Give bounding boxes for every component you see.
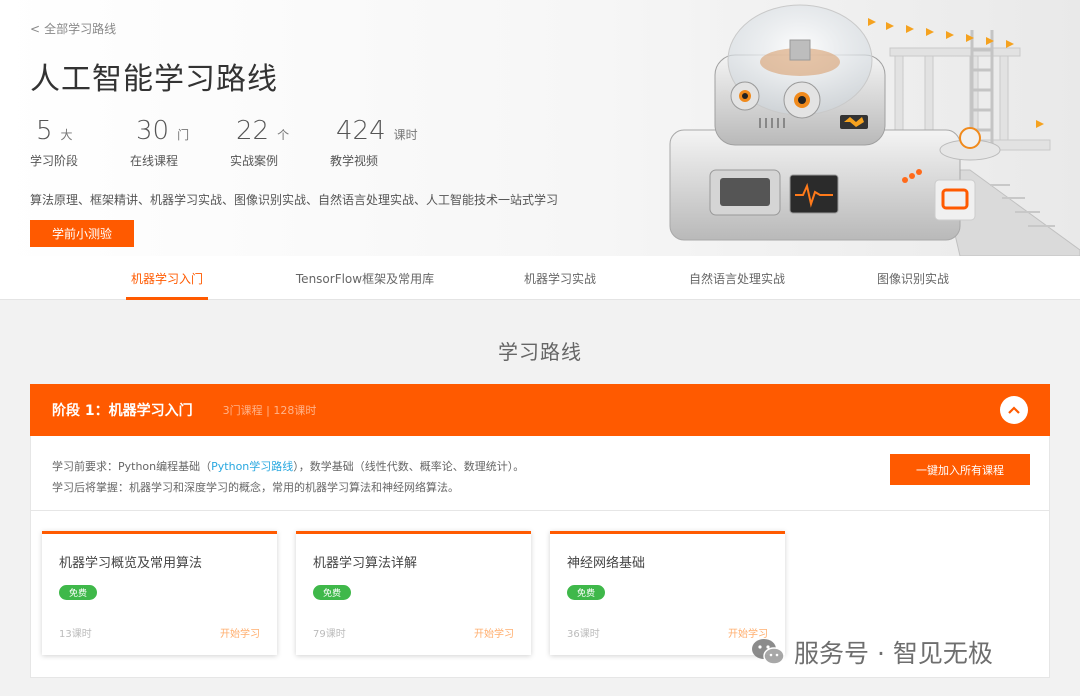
stats-row: 5大 学习阶段 30 门 在线课程 22 个 实战案例 424 课时 教学视频 [30,116,440,169]
course-title: 机器学习概览及常用算法 [59,556,203,571]
stage-requirements: 学习前要求：Python编程基础（Python学习路线），数学基础（线性代数、概… [52,456,524,498]
stat-unit: 课时 [393,128,418,142]
stat-label: 实战案例 [230,154,279,168]
course-card[interactable]: 机器学习算法详解 免费 79课时 开始学习 [296,531,531,655]
stat-unit: 门 [177,128,190,142]
python-route-link[interactable]: Python学习路线 [211,460,293,473]
stat-label: 教学视频 [330,154,379,168]
course-card[interactable]: 机器学习概览及常用算法 免费 13课时 开始学习 [42,531,277,655]
stat-unit: 个 [277,128,290,142]
chevron-left-icon: < [30,22,41,36]
stat-label: 在线课程 [130,154,179,168]
prerequisites-line: 学习前要求：Python编程基础（Python学习路线），数学基础（线性代数、概… [52,456,524,477]
stat-videos: 424 课时 教学视频 [330,116,440,169]
stat-unit: 大 [60,128,73,142]
tab-cv-practice[interactable]: 图像识别实战 [866,256,960,300]
stat-cases: 22 个 实战案例 [230,116,330,169]
watermark-text: 服务号 · 智见无极 [794,639,993,668]
prereq-suffix: ），数学基础（线性代数、概率论、数理统计）。 [293,460,525,473]
pre-quiz-button[interactable]: 学前小测验 [30,220,134,247]
wechat-icon [752,639,785,665]
divider [31,510,1049,511]
stage-header[interactable]: 阶段 1：机器学习入门 3门课程 | 128课时 [30,384,1050,436]
start-learning-link[interactable]: 开始学习 [220,625,260,640]
watermark: 服务号 · 智见无极 [750,634,993,670]
route-tabs: 机器学习入门 TensorFlow框架及常用库 机器学习实战 自然语言处理实战 … [0,256,1080,300]
stat-label: 学习阶段 [30,154,79,168]
free-badge: 免费 [59,585,97,600]
stage-meta: 3门课程 | 128课时 [222,404,317,417]
chevron-up-icon [1008,406,1020,414]
robot-illustration [669,4,1080,256]
stat-courses: 30 门 在线课程 [130,116,230,169]
page-title: 人工智能学习路线 [30,62,278,97]
stage-name: 阶段 1：机器学习入门 [52,403,193,419]
hero-banner: < 全部学习路线 人工智能学习路线 5大 学习阶段 30 门 在线课程 22 个 实战… [0,0,1080,256]
course-title: 机器学习算法详解 [313,556,418,571]
stat-number: 22 [236,116,270,146]
stat-number: 5 [36,116,53,146]
back-link[interactable]: < 全部学习路线 [30,20,116,37]
tab-ml-practice[interactable]: 机器学习实战 [510,256,610,300]
start-learning-link[interactable]: 开始学习 [474,625,514,640]
collapse-button[interactable] [1000,396,1028,424]
tab-tensorflow[interactable]: TensorFlow框架及常用库 [280,256,450,300]
stat-stages: 5大 学习阶段 [30,116,130,169]
tab-nlp-practice[interactable]: 自然语言处理实战 [676,256,798,300]
course-hours: 13课时 [59,629,92,640]
prereq-prefix: 学习前要求：Python编程基础（ [52,460,212,473]
course-hours: 36课时 [567,629,600,640]
tab-ml-intro[interactable]: 机器学习入门 [126,256,208,300]
outcome-line: 学习后将掌握：机器学习和深度学习的概念，常用的机器学习算法和神经网络算法。 [52,481,459,494]
free-badge: 免费 [567,585,605,600]
course-hours: 79课时 [313,629,346,640]
join-all-courses-button[interactable]: 一键加入所有课程 [890,454,1030,485]
course-title: 神经网络基础 [567,556,646,571]
free-badge: 免费 [313,585,351,600]
route-description: 算法原理、框架精讲、机器学习实战、图像识别实战、自然语言处理实战、人工智能技术一… [30,193,559,207]
section-title: 学习路线 [498,340,582,364]
stat-number: 424 [336,116,386,146]
back-link-label: 全部学习路线 [44,22,117,36]
stat-number: 30 [136,116,170,146]
